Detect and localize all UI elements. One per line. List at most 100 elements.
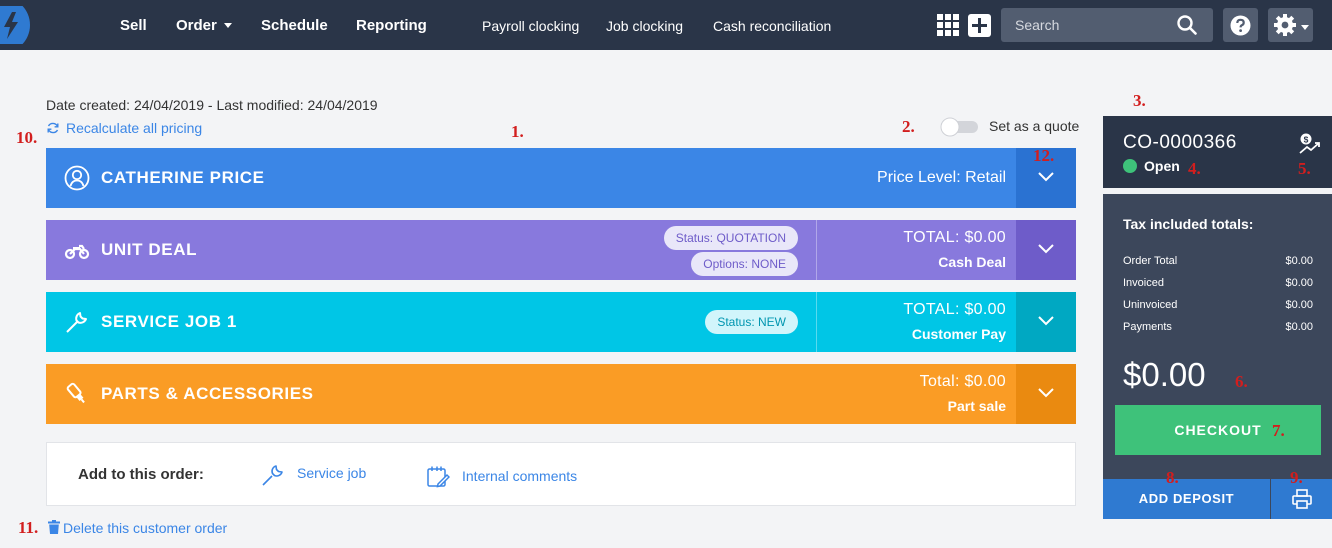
parts-sale-type: Part sale <box>947 398 1006 414</box>
add-internal-comments-link[interactable]: Internal comments <box>462 468 577 484</box>
summary-row-invoiced: Invoiced $0.00 <box>1123 277 1313 289</box>
refresh-icon <box>47 122 59 134</box>
customer-name: CATHERINE PRICE <box>101 168 265 187</box>
annotation-9: 9. <box>1290 468 1303 487</box>
bolt-logo-icon[interactable] <box>0 6 32 44</box>
help-icon <box>1230 15 1251 36</box>
search-input[interactable] <box>1001 8 1176 42</box>
unit-deal-section-bar[interactable]: UNIT DEAL Status: QUOTATION Options: NON… <box>46 220 1076 280</box>
annotation-11: 11. <box>18 518 39 537</box>
nav-reporting[interactable]: Reporting <box>356 0 427 50</box>
search-icon[interactable] <box>1177 15 1197 35</box>
service-job-expand-button[interactable] <box>1016 292 1076 352</box>
annotation-2: 2. <box>902 117 915 136</box>
summary-label: Payments <box>1123 321 1172 333</box>
unit-deal-title: UNIT DEAL <box>101 240 198 259</box>
chevron-down-icon <box>1038 316 1054 326</box>
grand-total: $0.00 <box>1123 356 1206 393</box>
chevron-down-icon <box>1038 172 1054 182</box>
annotation-4: 4. <box>1188 159 1201 178</box>
wrench-icon[interactable] <box>261 463 285 487</box>
status-dot <box>1123 159 1137 173</box>
service-job-section-bar[interactable]: SERVICE JOB 1 Status: NEW TOTAL: $0.00 C… <box>46 292 1076 352</box>
plus-icon[interactable] <box>968 14 991 37</box>
parts-total: Total: $0.00 <box>919 373 1006 390</box>
service-job-title: SERVICE JOB 1 <box>101 312 237 331</box>
parts-expand-button[interactable] <box>1016 364 1076 424</box>
annotation-10: 10. <box>16 128 38 147</box>
summary-row-payments: Payments $0.00 <box>1123 321 1313 333</box>
service-job-total: TOTAL: $0.00 <box>903 301 1006 318</box>
trash-icon <box>48 520 60 534</box>
delete-order-label: Delete this customer order <box>63 520 228 536</box>
unit-deal-status-pill: Status: QUOTATION <box>663 226 798 250</box>
service-job-payment-type: Customer Pay <box>911 326 1006 342</box>
checkout-button[interactable]: CHECKOUT <box>1115 405 1321 455</box>
annotation-1: 1. <box>511 122 524 141</box>
nav-order-label: Order <box>176 17 217 34</box>
summary-row-uninvoiced: Uninvoiced $0.00 <box>1123 299 1313 311</box>
spark-plug-icon <box>66 382 85 404</box>
date-created-text: Date created: 24/04/2019 - Last modified… <box>46 97 378 113</box>
nav-job-clocking[interactable]: Job clocking <box>606 0 683 50</box>
summary-label: Uninvoiced <box>1123 299 1178 311</box>
price-level-text: Price Level: Retail <box>877 169 1006 186</box>
customer-section-bar[interactable]: CATHERINE PRICE Price Level: Retail <box>46 148 1076 208</box>
annotation-6: 6. <box>1235 372 1248 391</box>
top-navigation-bar: Sell Order Schedule Reporting Payroll cl… <box>0 0 1332 50</box>
service-job-status-pill: Status: NEW <box>705 310 798 334</box>
order-number: CO-0000366 <box>1123 132 1237 153</box>
parts-section-bar[interactable]: PARTS & ACCESSORIES Total: $0.00 Part sa… <box>46 364 1076 424</box>
add-deposit-button[interactable]: ADD DEPOSIT <box>1103 479 1270 519</box>
quote-toggle-switch[interactable] <box>940 117 980 137</box>
delete-order-link[interactable]: Delete this customer order <box>48 520 227 536</box>
nav-cash-reconciliation[interactable]: Cash reconciliation <box>713 0 831 50</box>
svg-text:$: $ <box>1304 134 1309 144</box>
annotation-3: 3. <box>1133 91 1146 110</box>
annotation-7: 7. <box>1272 421 1285 440</box>
motorcycle-icon <box>64 244 90 260</box>
add-to-order-label: Add to this order: <box>78 466 204 483</box>
chevron-down-icon <box>1038 244 1054 254</box>
add-service-job-link[interactable]: Service job <box>297 465 366 481</box>
order-status: Open <box>1144 158 1180 174</box>
help-button[interactable] <box>1223 8 1258 42</box>
annotation-12: 12. <box>1033 146 1055 165</box>
section-divider <box>816 292 817 352</box>
summary-value: $0.00 <box>1285 277 1313 289</box>
parts-title: PARTS & ACCESSORIES <box>101 384 314 403</box>
nav-sell[interactable]: Sell <box>120 0 147 50</box>
section-divider <box>816 220 817 280</box>
unit-deal-payment-type: Cash Deal <box>938 254 1006 270</box>
summary-value: $0.00 <box>1285 255 1313 267</box>
add-to-order-box: Add to this order: Service job Internal … <box>46 442 1076 506</box>
price-trend-icon[interactable]: $ <box>1298 132 1322 156</box>
summary-row-order-total: Order Total $0.00 <box>1123 255 1313 267</box>
wrench-icon <box>66 312 87 333</box>
chevron-down-icon <box>1038 388 1054 398</box>
annotation-8: 8. <box>1166 468 1179 487</box>
nav-payroll-clocking[interactable]: Payroll clocking <box>482 0 579 50</box>
tax-totals-title: Tax included totals: <box>1123 216 1254 232</box>
set-as-quote-label: Set as a quote <box>989 118 1080 134</box>
summary-value: $0.00 <box>1285 299 1313 311</box>
user-circle-icon <box>64 165 90 191</box>
search-box <box>1001 8 1213 42</box>
nav-schedule[interactable]: Schedule <box>261 0 328 50</box>
recalculate-pricing-link[interactable]: Recalculate all pricing <box>46 120 202 136</box>
summary-label: Invoiced <box>1123 277 1164 289</box>
calendar-edit-icon[interactable] <box>426 465 450 489</box>
nav-order[interactable]: Order <box>176 0 232 50</box>
chevron-down-icon <box>1301 25 1309 30</box>
grid-apps-icon[interactable] <box>937 14 959 36</box>
unit-deal-total: TOTAL: $0.00 <box>903 229 1006 246</box>
unit-deal-expand-button[interactable] <box>1016 220 1076 280</box>
settings-button[interactable] <box>1268 8 1313 42</box>
printer-icon <box>1292 489 1312 509</box>
unit-deal-options-pill: Options: NONE <box>691 252 798 276</box>
recalculate-pricing-label: Recalculate all pricing <box>66 120 203 136</box>
summary-label: Order Total <box>1123 255 1178 267</box>
chevron-down-icon <box>223 22 232 28</box>
summary-value: $0.00 <box>1285 321 1313 333</box>
annotation-5: 5. <box>1298 159 1311 178</box>
